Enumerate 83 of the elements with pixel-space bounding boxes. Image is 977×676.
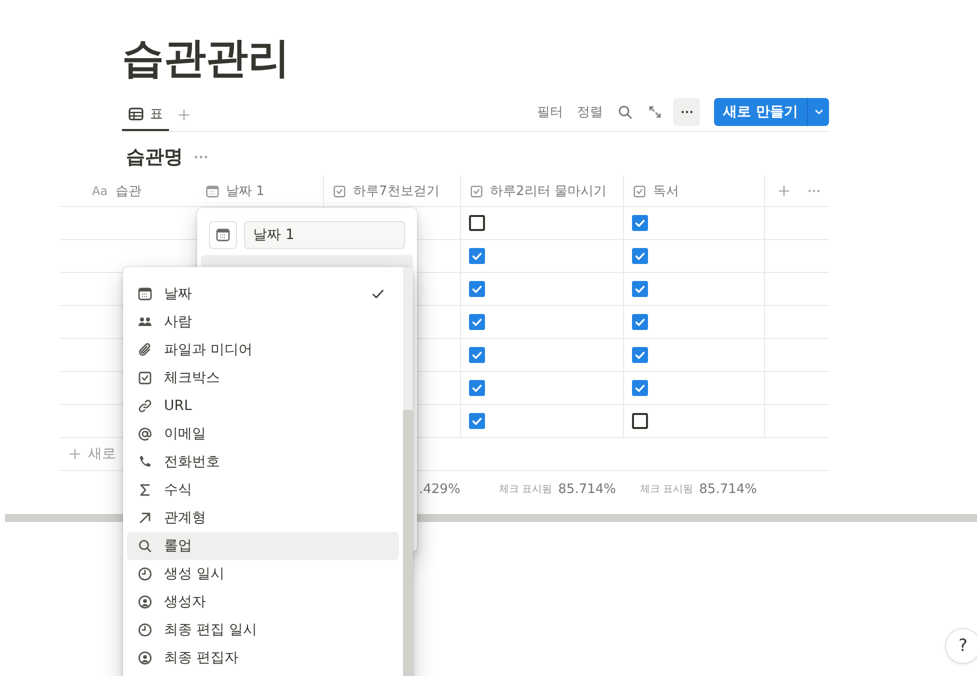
checkbox-icon (469, 184, 484, 198)
checkbox-icon (137, 370, 153, 386)
checkbox[interactable] (469, 413, 485, 429)
summary-value: 85.714% (558, 482, 616, 496)
summary-label: 체크 표시됨 (640, 483, 694, 496)
menu-item[interactable]: 롤업 (127, 532, 399, 560)
dropdown-button[interactable] (807, 98, 829, 126)
checkmark-icon (634, 217, 646, 229)
checkbox[interactable] (469, 314, 485, 330)
checkbox[interactable] (469, 248, 485, 264)
checkmark-icon (471, 316, 483, 328)
menu-item[interactable]: 전화번호 (127, 448, 399, 476)
checkbox-icon (332, 184, 347, 198)
user-circle-icon (137, 650, 153, 666)
name-field[interactable]: 날짜 1 (244, 221, 405, 249)
table-icon (128, 106, 144, 122)
arrow-icon (137, 510, 153, 526)
database-title: 습관명 (126, 145, 183, 170)
menu-item[interactable]: 파일과 미디어 (127, 336, 399, 364)
calendar-icon (215, 227, 231, 243)
clock-icon (137, 622, 153, 638)
user-circle-icon (137, 594, 153, 610)
page-title: 습관관리 (122, 32, 291, 84)
expand-icon[interactable] (647, 104, 664, 120)
add-view-icon[interactable] (177, 108, 191, 122)
menu-item[interactable]: 최종 편집 일시 (127, 616, 399, 644)
search-icon (137, 538, 153, 554)
menu-item[interactable]: 날짜 (127, 280, 399, 308)
menu-item[interactable]: 생성자 (127, 588, 399, 616)
calendar-icon (205, 184, 220, 198)
toolbar-button[interactable]: 정렬 (577, 103, 604, 121)
checkbox[interactable] (632, 248, 648, 264)
menu-item[interactable]: 수식 (127, 476, 399, 504)
icon-button[interactable] (209, 221, 237, 249)
link-icon (137, 398, 153, 414)
column-header[interactable]: 하루2리터 물마시기 (461, 176, 624, 206)
checkbox[interactable] (632, 314, 648, 330)
at-sign-icon (137, 426, 153, 442)
checkbox[interactable] (632, 380, 648, 396)
column-header[interactable]: 독서 (624, 176, 765, 206)
checkmark-icon (634, 250, 646, 262)
summary-value: 85.714% (699, 482, 757, 496)
menu-item[interactable]: URL (127, 392, 399, 420)
add-column-icon[interactable] (777, 184, 791, 198)
menu-item[interactable]: 최종 편집자 (127, 644, 399, 672)
column-header[interactable]: 하루7천보걷기 (324, 176, 461, 206)
menu-item[interactable]: 체크박스 (127, 364, 399, 392)
column-header[interactable]: Aa 습관 (60, 176, 197, 206)
paperclip-icon (137, 342, 153, 358)
plus-icon[interactable] (68, 447, 82, 461)
menu-item[interactable]: 생성 일시 (127, 560, 399, 588)
clock-icon (137, 566, 153, 582)
checkmark-icon (471, 250, 483, 262)
checkmark-icon (634, 283, 646, 295)
checkmark-icon (471, 415, 483, 427)
checkmark-icon (634, 349, 646, 361)
checkbox[interactable] (469, 215, 485, 231)
checkmark-icon (634, 316, 646, 328)
column-header[interactable]: 날짜 1 (197, 176, 324, 206)
help-button[interactable]: ? (945, 628, 977, 664)
menu-item[interactable]: 사람 (127, 308, 399, 336)
checkbox[interactable] (632, 347, 648, 363)
checkbox[interactable] (469, 347, 485, 363)
checkbox[interactable] (469, 380, 485, 396)
summary-label: 체크 표시됨 (498, 483, 552, 496)
scrollbar-thumb[interactable] (403, 410, 413, 676)
summary-value: .429% (419, 482, 460, 496)
checkmark-icon (471, 349, 483, 361)
checkmark-icon (634, 382, 646, 394)
menu-item[interactable]: 이메일 (127, 420, 399, 448)
calendar-icon (137, 286, 153, 302)
checkbox[interactable] (632, 215, 648, 231)
toolbar-button[interactable]: 필터 (537, 103, 564, 121)
new-button[interactable]: 새로 만들기 (714, 98, 807, 126)
search-icon[interactable] (617, 104, 634, 120)
checkmark-icon (471, 382, 483, 394)
checkbox-icon (632, 184, 647, 198)
checkbox[interactable] (469, 281, 485, 297)
menu-item[interactable]: 관계형 (127, 504, 399, 532)
checkbox[interactable] (632, 281, 648, 297)
view-tab[interactable]: 표 (122, 98, 169, 131)
checkmark-icon (471, 283, 483, 295)
checkbox[interactable] (632, 413, 648, 429)
